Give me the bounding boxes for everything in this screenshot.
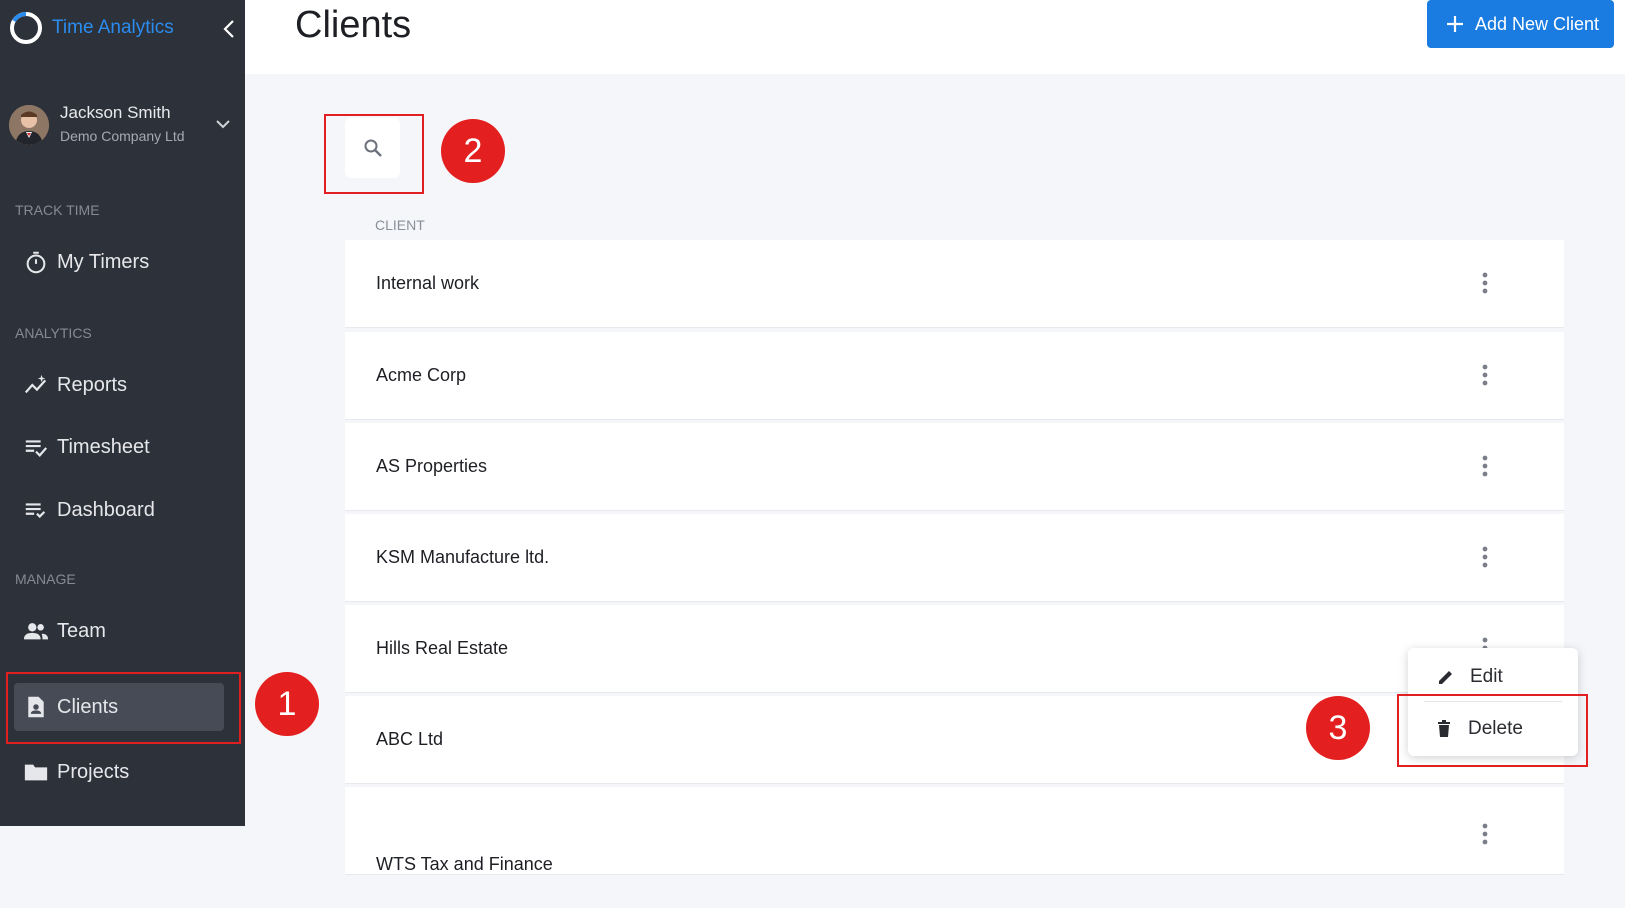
add-new-client-button[interactable]: Add New Client <box>1427 0 1614 48</box>
pencil-icon <box>1439 671 1452 684</box>
stopwatch-icon <box>22 248 50 276</box>
sidebar-item-label: Timesheet <box>57 435 150 458</box>
list-check-icon <box>22 496 50 524</box>
sidebar-item-label: Dashboard <box>57 498 155 521</box>
step-badge-2: 2 <box>441 119 505 183</box>
sidebar-item-reports[interactable]: Reports <box>14 361 224 409</box>
client-name: ABC Ltd <box>376 729 444 749</box>
more-options-icon[interactable] <box>1473 362 1497 388</box>
table-row[interactable]: KSM Manufacture ltd. <box>345 514 1564 602</box>
column-header-client: CLIENT <box>375 217 425 233</box>
client-name: WTS Tax and Finance <box>376 854 553 874</box>
user-name: Jackson Smith <box>60 103 171 122</box>
client-name: AS Properties <box>376 456 488 476</box>
app-logo-icon <box>10 12 42 44</box>
step-badge-1: 1 <box>255 672 319 736</box>
user-menu[interactable]: Jackson Smith Demo Company Ltd <box>9 103 237 155</box>
table-row[interactable]: Acme Corp <box>345 332 1564 420</box>
highlight-clients <box>6 672 241 744</box>
step-badge-3: 3 <box>1306 696 1370 760</box>
client-name: Acme Corp <box>376 365 467 385</box>
table-row[interactable]: ABC Ltd <box>345 696 1564 784</box>
table-row[interactable]: Internal work <box>345 240 1564 328</box>
client-name: KSM Manufacture ltd. <box>376 547 550 567</box>
chevron-down-icon[interactable] <box>214 115 232 133</box>
highlight-delete <box>1397 694 1588 767</box>
checklist-icon <box>22 433 50 461</box>
more-options-icon[interactable] <box>1473 821 1497 847</box>
sidebar-item-label: Projects <box>57 760 130 783</box>
table-row[interactable]: WTS Tax and Finance <box>345 787 1564 875</box>
sidebar-item-label: Team <box>57 619 106 642</box>
more-options-icon[interactable] <box>1473 270 1497 296</box>
sidebar-item-label: Reports <box>57 373 128 396</box>
highlight-search <box>324 114 424 194</box>
analytics-icon <box>22 371 50 399</box>
section-analytics: ANALYTICS <box>15 325 92 341</box>
sidebar-item-projects[interactable]: Projects <box>14 748 224 796</box>
collapse-sidebar-icon[interactable] <box>220 18 240 40</box>
sidebar-item-my-timers[interactable]: My Timers <box>14 238 224 286</box>
table-row[interactable]: AS Properties <box>345 423 1564 511</box>
avatar <box>9 105 49 145</box>
plus-icon <box>1447 16 1463 32</box>
sidebar-item-timesheet[interactable]: Timesheet <box>14 423 224 471</box>
section-manage: MANAGE <box>15 571 76 587</box>
add-new-client-label: Add New Client <box>1475 13 1600 34</box>
more-options-icon[interactable] <box>1473 453 1497 479</box>
client-name: Hills Real Estate <box>376 638 509 658</box>
more-options-icon[interactable] <box>1473 544 1497 570</box>
section-track-time: TRACK TIME <box>15 202 100 218</box>
page-header: Clients Add New Client <box>245 0 1625 74</box>
user-company: Demo Company Ltd <box>60 128 185 144</box>
client-name: Internal work <box>376 273 480 293</box>
app-brand[interactable]: Time Analytics <box>8 10 174 46</box>
edit-label: Edit <box>1470 666 1503 687</box>
people-icon <box>22 617 50 645</box>
table-row[interactable]: Hills Real Estate <box>345 605 1564 693</box>
sidebar-item-label: My Timers <box>57 250 150 273</box>
page-title: Clients <box>295 4 412 46</box>
app-name: Time Analytics <box>52 17 174 38</box>
sidebar-item-dashboard[interactable]: Dashboard <box>14 486 224 534</box>
sidebar-item-team[interactable]: Team <box>14 607 224 655</box>
folder-icon <box>22 758 50 786</box>
